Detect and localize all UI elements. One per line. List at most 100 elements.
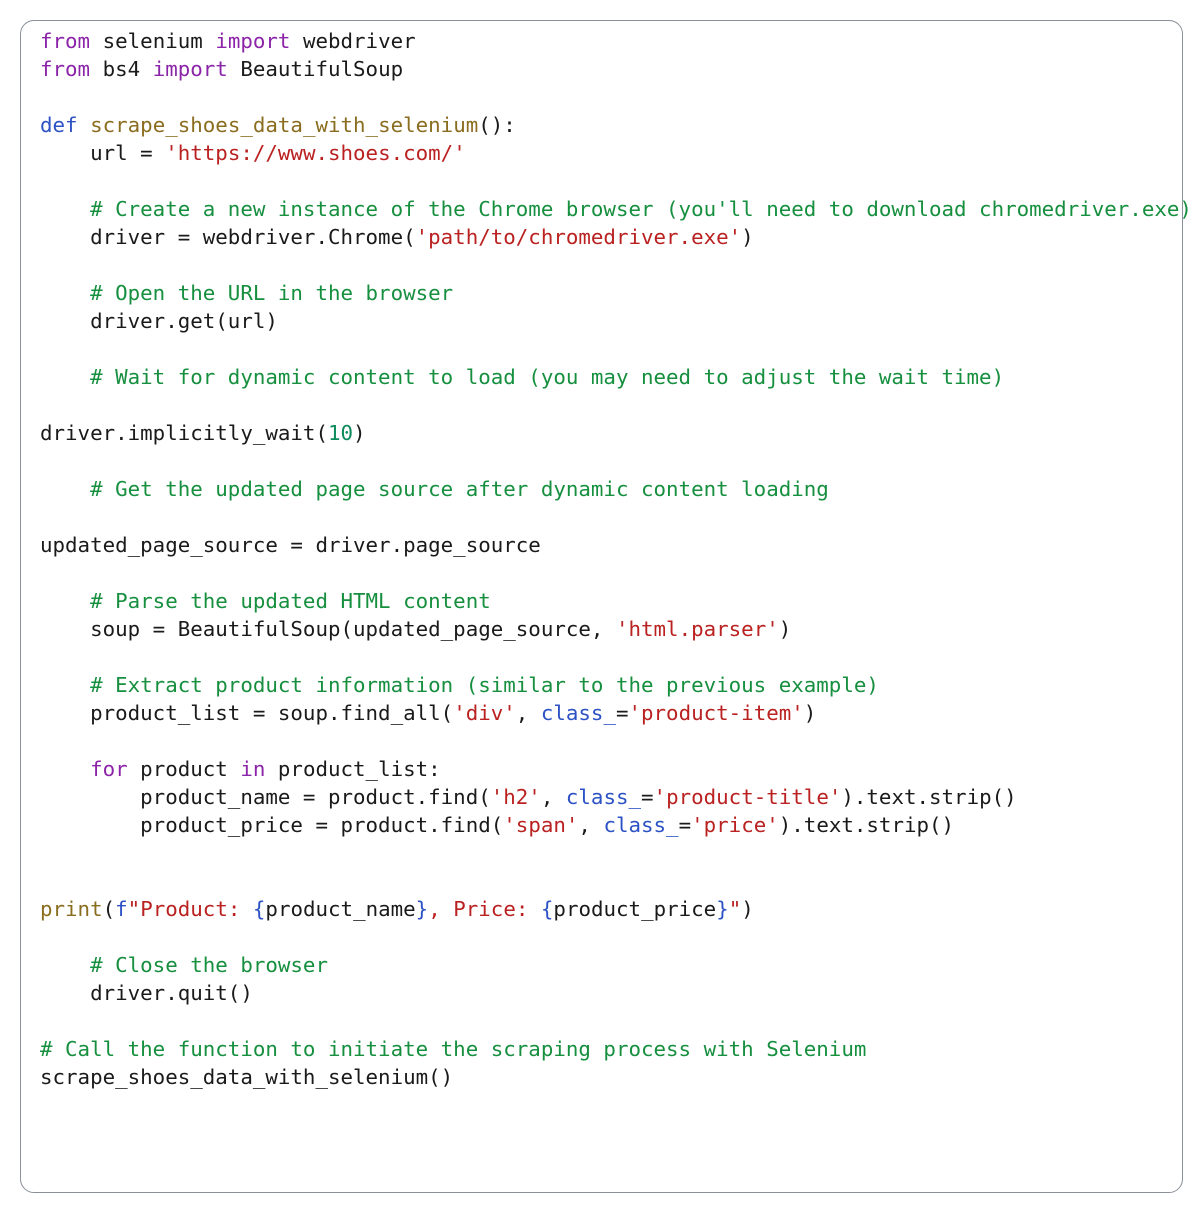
code-line: driver.quit() (40, 979, 1182, 1007)
code-token: class_ (540, 701, 616, 725)
code-token: # Extract product information (similar t… (40, 673, 879, 697)
code-token: 'div' (453, 701, 516, 725)
code-line: ​ (40, 867, 1182, 895)
code-line: ​ (40, 83, 1182, 111)
code-token: print (40, 897, 103, 921)
code-token: ).text.strip() (841, 785, 1017, 809)
code-line: product_list = soup.find_all('div', clas… (40, 699, 1182, 727)
code-token: ) (778, 617, 792, 641)
code-line: ​ (40, 1007, 1182, 1035)
code-token: class_ (603, 813, 679, 837)
code-token: selenium (90, 29, 216, 53)
code-line: # Open the URL in the browser (40, 279, 1182, 307)
code-token: class_ (565, 785, 642, 809)
code-token: { (252, 897, 266, 921)
code-token: 'span' (503, 813, 579, 837)
code-token: driver.get(url) (40, 309, 278, 333)
code-line: ​ (40, 727, 1182, 755)
code-token: in (240, 757, 266, 781)
code-line: driver.get(url) (40, 307, 1182, 335)
code-token: ) (803, 701, 817, 725)
code-token: driver.quit() (40, 981, 253, 1005)
code-line: ​ (40, 167, 1182, 195)
code-token: import (215, 29, 291, 53)
code-token: # Close the browser (40, 953, 328, 977)
code-line: driver.implicitly_wait(10) (40, 419, 1182, 447)
code-token: soup = BeautifulSoup(updated_page_source… (40, 617, 616, 641)
code-token: scrape_shoes_data_with_selenium() (40, 1065, 454, 1089)
code-token: url = (40, 141, 166, 165)
code-token: " (728, 897, 742, 921)
code-line: ​ (40, 335, 1182, 363)
code-line: ​ (40, 559, 1182, 587)
code-token: ) (741, 897, 754, 921)
code-token: 'https://www.shoes.com/' (165, 141, 466, 165)
code-token: = (678, 813, 692, 837)
code-token: BeautifulSoup (227, 57, 404, 81)
code-line: product_price = product.find('span', cla… (40, 811, 1182, 839)
code-line: product_name = product.find('h2', class_… (40, 783, 1182, 811)
code-token: ( (102, 897, 116, 921)
code-token: , (515, 701, 541, 725)
code-token: ).text.strip() (778, 813, 955, 837)
code-token: 10 (327, 421, 354, 445)
code-line: soup = BeautifulSoup(updated_page_source… (40, 615, 1182, 643)
code-line: print(f"Product: {product_name}, Price: … (40, 895, 1182, 923)
code-token: from (40, 57, 91, 81)
code-token: 'html.parser' (615, 617, 779, 641)
code-token: } (415, 897, 429, 921)
code-token: ) (741, 225, 754, 249)
code-token: 'h2' (490, 785, 541, 809)
code-line: def scrape_shoes_data_with_selenium(): (40, 111, 1182, 139)
code-token: # Call the function to initiate the scra… (40, 1037, 867, 1061)
code-token: { (540, 897, 554, 921)
code-token: (): (478, 113, 516, 137)
code-token: 'path/to/chromedriver.exe' (415, 225, 742, 249)
code-line: from selenium import webdriver (40, 27, 1182, 55)
code-line: # Create a new instance of the Chrome br… (40, 195, 1192, 223)
code-line: url = 'https://www.shoes.com/' (40, 139, 1182, 167)
code-line: from bs4 import BeautifulSoup (40, 55, 1182, 83)
code-token: product_name = product.find( (40, 785, 491, 809)
code-line: ​ (40, 391, 1182, 419)
code-token: = (615, 701, 629, 725)
code-line: # Close the browser (40, 951, 1182, 979)
code-token: product_price (553, 897, 717, 921)
code-token: 'price' (691, 813, 779, 837)
code-token: f (115, 897, 128, 921)
code-line: for product in product_list: (40, 755, 1182, 783)
code-line: ​ (40, 503, 1182, 531)
code-token: product_list: (265, 757, 441, 781)
code-token: import (152, 57, 228, 81)
code-token: from (40, 29, 91, 53)
code-line: # Call the function to initiate the scra… (40, 1035, 1182, 1063)
code-token: scrape_shoes_data_with_selenium (90, 113, 479, 137)
code-token: "Product: (127, 897, 253, 921)
code-token: , Price: (428, 897, 541, 921)
code-token: product_price = product.find( (40, 813, 504, 837)
code-token: 'product-title' (653, 785, 842, 809)
code-line: ​ (40, 923, 1182, 951)
code-line: ​ (40, 643, 1182, 671)
code-token: # Wait for dynamic content to load (you … (40, 365, 1005, 389)
code-token: product_list = soup.find_all( (40, 701, 454, 725)
code-content: from selenium import webdriver from bs4 i… (40, 27, 1192, 1091)
code-token: updated_page_source = driver.page_source (40, 533, 541, 557)
code-token: for (90, 757, 128, 781)
code-token: } (716, 897, 729, 921)
code-line: # Get the updated page source after dyna… (40, 475, 1182, 503)
code-token: webdriver (290, 29, 416, 53)
code-token: , (540, 785, 566, 809)
code-token: driver = webdriver.Chrome( (40, 225, 416, 249)
code-line: # Parse the updated HTML content (40, 587, 1182, 615)
code-line: ​ (40, 839, 1182, 867)
code-token: # Get the updated page source after dyna… (40, 477, 829, 501)
code-token: # Create a new instance of the Chrome br… (40, 197, 1192, 221)
code-line: # Extract product information (similar t… (40, 671, 1182, 699)
python-code-listing[interactable]: from selenium import webdriver from bs4 i… (40, 27, 1192, 1091)
code-token: def (40, 113, 78, 137)
code-line: updated_page_source = driver.page_source (40, 531, 1182, 559)
code-token: ) (353, 421, 366, 445)
